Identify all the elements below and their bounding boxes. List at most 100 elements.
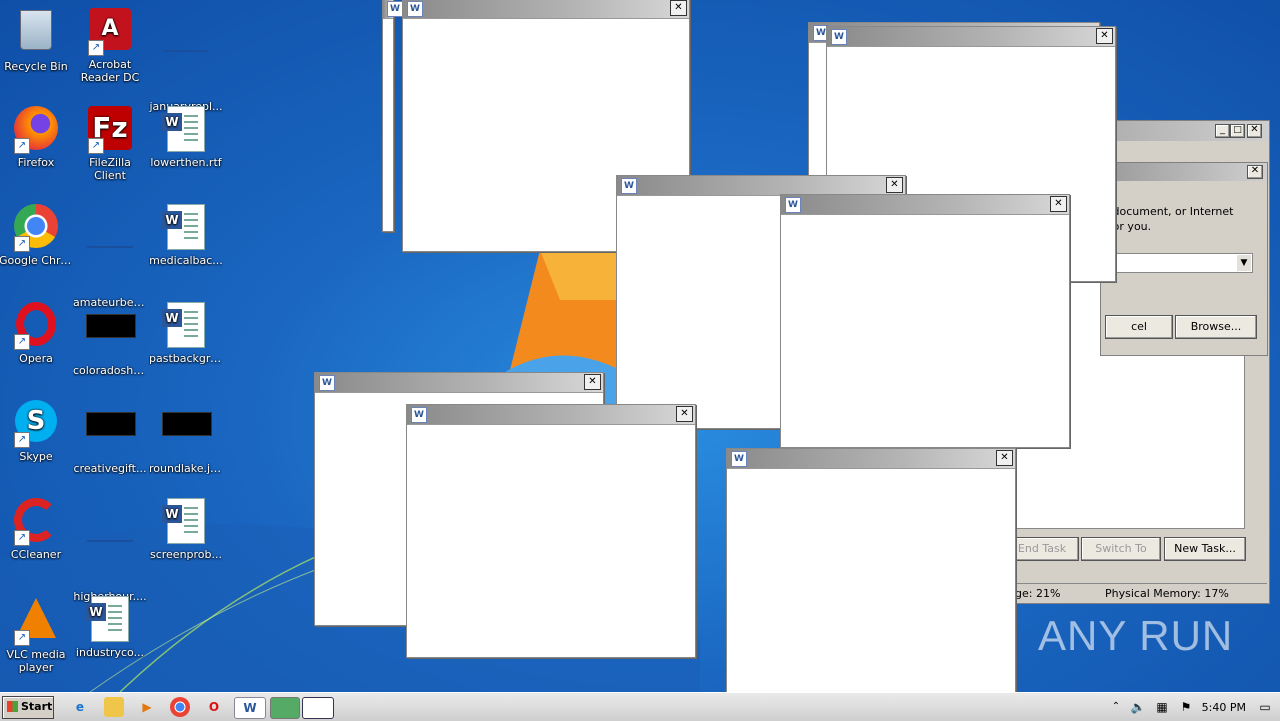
close-icon[interactable]: ✕ xyxy=(670,0,687,16)
desktop-icon[interactable]: januaryrepl... xyxy=(149,6,223,113)
taskbar: Start e ▶ O W ⌃ 🔈 ▦ ⚑ 5:40 PM ▭ xyxy=(0,692,1280,721)
popup-titlebar[interactable]: W ✕ xyxy=(403,0,689,19)
close-icon[interactable]: ✕ xyxy=(584,374,601,390)
popup-titlebar[interactable]: W ✕ xyxy=(407,405,695,425)
shortcut-arrow-icon: ↗ xyxy=(14,432,30,448)
desktop-icon[interactable]: creativegift... xyxy=(73,398,147,475)
shortcut-arrow-icon: ↗ xyxy=(14,630,30,646)
desktop-icon-label: FileZilla Client xyxy=(89,156,131,182)
word-doc-icon: W xyxy=(162,106,210,154)
internet-explorer-icon[interactable]: e xyxy=(70,697,90,717)
media-player-icon[interactable]: ▶ xyxy=(137,697,157,717)
run-open-combobox[interactable]: ▼ xyxy=(1101,253,1253,273)
ccleaner-icon: ↗ xyxy=(12,498,60,546)
shortcut-arrow-icon: ↗ xyxy=(14,530,30,546)
word-icon: W xyxy=(785,197,801,213)
close-icon[interactable]: ✕ xyxy=(1096,28,1113,44)
desktop-icon[interactable]: Fz ↗ FileZilla Client xyxy=(73,104,147,182)
cpu-usage-status: ge: 21% xyxy=(1015,587,1061,600)
image-icon xyxy=(86,412,136,460)
popup-titlebar[interactable]: W ✕ xyxy=(781,195,1069,215)
word-popup-window[interactable]: W ✕ xyxy=(726,448,1016,696)
volume-icon[interactable]: 🔈 xyxy=(1128,697,1148,717)
desktop-icon-label: Opera xyxy=(19,352,53,365)
new-task-button[interactable]: New Task... xyxy=(1164,537,1246,561)
close-icon[interactable]: ✕ xyxy=(1050,196,1067,212)
clock[interactable]: 5:40 PM xyxy=(1202,701,1246,714)
word-popup-window[interactable]: W ✕ xyxy=(406,404,696,658)
desktop-icon-label: creativegift... xyxy=(73,462,147,475)
minimize-button[interactable]: _ xyxy=(1215,124,1230,138)
network-icon[interactable]: ▦ xyxy=(1152,697,1172,717)
word-icon: W xyxy=(831,29,847,45)
desktop-icon[interactable]: roundlake.jpg xyxy=(149,398,223,475)
start-button[interactable]: Start xyxy=(2,696,54,719)
maximize-button[interactable]: □ xyxy=(1230,124,1245,138)
popup-titlebar[interactable]: W ✕ xyxy=(827,27,1115,47)
show-desktop-icon[interactable]: ▭ xyxy=(1258,697,1272,717)
word-popup-window[interactable]: W ✕ xyxy=(780,194,1070,448)
desktop-icon[interactable]: Wmedicalbac... xyxy=(149,202,223,267)
file-explorer-icon[interactable] xyxy=(104,697,124,717)
word-icon: W xyxy=(319,375,335,391)
desktop-icon-label: Firefox xyxy=(17,156,55,169)
opera-icon[interactable]: O xyxy=(204,697,224,717)
shortcut-arrow-icon: ↗ xyxy=(14,138,30,154)
chrome-icon[interactable] xyxy=(170,697,190,717)
physical-memory-status: Physical Memory: 17% xyxy=(1105,587,1229,600)
filezilla-icon: Fz ↗ xyxy=(86,106,134,154)
desktop-icon[interactable]: S ↗ Skype xyxy=(0,398,73,463)
chevron-down-icon[interactable]: ▼ xyxy=(1237,255,1251,271)
windows-logo-icon xyxy=(7,701,18,712)
file-icon xyxy=(86,540,134,588)
close-icon[interactable]: ✕ xyxy=(996,450,1013,466)
desktop-icon[interactable]: ↗ Opera xyxy=(0,300,73,365)
file-icon xyxy=(162,50,210,98)
desktop-icon-label: Google Chrome xyxy=(0,254,73,267)
desktop-icon[interactable]: Windustryco... xyxy=(73,594,147,659)
popup-titlebar[interactable]: W ✕ xyxy=(315,373,603,393)
popup-titlebar[interactable]: W xyxy=(383,0,403,19)
run-description-line1: r, document, or Internet xyxy=(1101,205,1234,218)
desktop-icon[interactable]: amateurbey... xyxy=(73,202,147,309)
close-icon[interactable]: ✕ xyxy=(676,406,693,422)
shortcut-arrow-icon: ↗ xyxy=(88,138,104,154)
close-icon[interactable]: ✕ xyxy=(886,177,903,193)
cancel-button[interactable]: cel xyxy=(1105,315,1173,339)
image-icon xyxy=(86,314,136,362)
desktop-icon[interactable]: ↗ VLC media player xyxy=(0,594,73,674)
task-manager-taskbar-icon[interactable] xyxy=(270,697,300,719)
browse-button[interactable]: Browse... xyxy=(1175,315,1257,339)
desktop-icon[interactable]: Wpastbackgro... xyxy=(149,300,223,365)
desktop-icon-label: screenprob... xyxy=(149,548,223,561)
switch-to-button[interactable]: Switch To xyxy=(1081,537,1161,561)
desktop-icon[interactable]: ↗ CCleaner xyxy=(0,496,73,561)
recycle-bin-icon xyxy=(12,10,60,58)
desktop-icon[interactable]: Wlowerthen.rtf xyxy=(149,104,223,169)
acrobat-icon: A ↗ xyxy=(86,8,134,56)
word-doc-icon: W xyxy=(162,302,210,350)
show-hidden-icons-icon[interactable]: ⌃ xyxy=(1106,697,1126,717)
desktop-icon[interactable]: A ↗ Acrobat Reader DC xyxy=(73,6,147,84)
run-dialog-titlebar: ✕ xyxy=(1101,163,1267,181)
word-icon: W xyxy=(621,178,637,194)
run-close-button[interactable]: ✕ xyxy=(1247,165,1263,179)
word-popup-window[interactable]: W xyxy=(382,0,403,232)
popup-titlebar[interactable]: W ✕ xyxy=(727,449,1015,469)
end-task-button[interactable]: End Task xyxy=(1005,537,1079,561)
desktop-icon[interactable]: coloradoshe... xyxy=(73,300,147,377)
close-button[interactable]: ✕ xyxy=(1247,124,1262,138)
desktop-icon[interactable]: higherhour.... xyxy=(73,496,147,603)
desktop-icon[interactable]: Wscreenprob... xyxy=(149,496,223,561)
word-taskbar-icon[interactable]: W xyxy=(234,697,266,719)
run-taskbar-icon[interactable] xyxy=(302,697,334,719)
popup-titlebar[interactable]: W ✕ xyxy=(617,176,905,196)
desktop-icon-label: medicalbac... xyxy=(149,254,223,267)
opera-icon: ↗ xyxy=(12,302,60,350)
desktop-icon[interactable]: ↗ Google Chrome xyxy=(0,202,73,267)
desktop-icon[interactable]: Recycle Bin xyxy=(0,6,73,73)
action-center-flag-icon[interactable]: ⚑ xyxy=(1176,697,1196,717)
skype-icon: S ↗ xyxy=(12,400,60,448)
desktop-icon[interactable]: ↗ Firefox xyxy=(0,104,73,169)
shortcut-arrow-icon: ↗ xyxy=(14,334,30,350)
